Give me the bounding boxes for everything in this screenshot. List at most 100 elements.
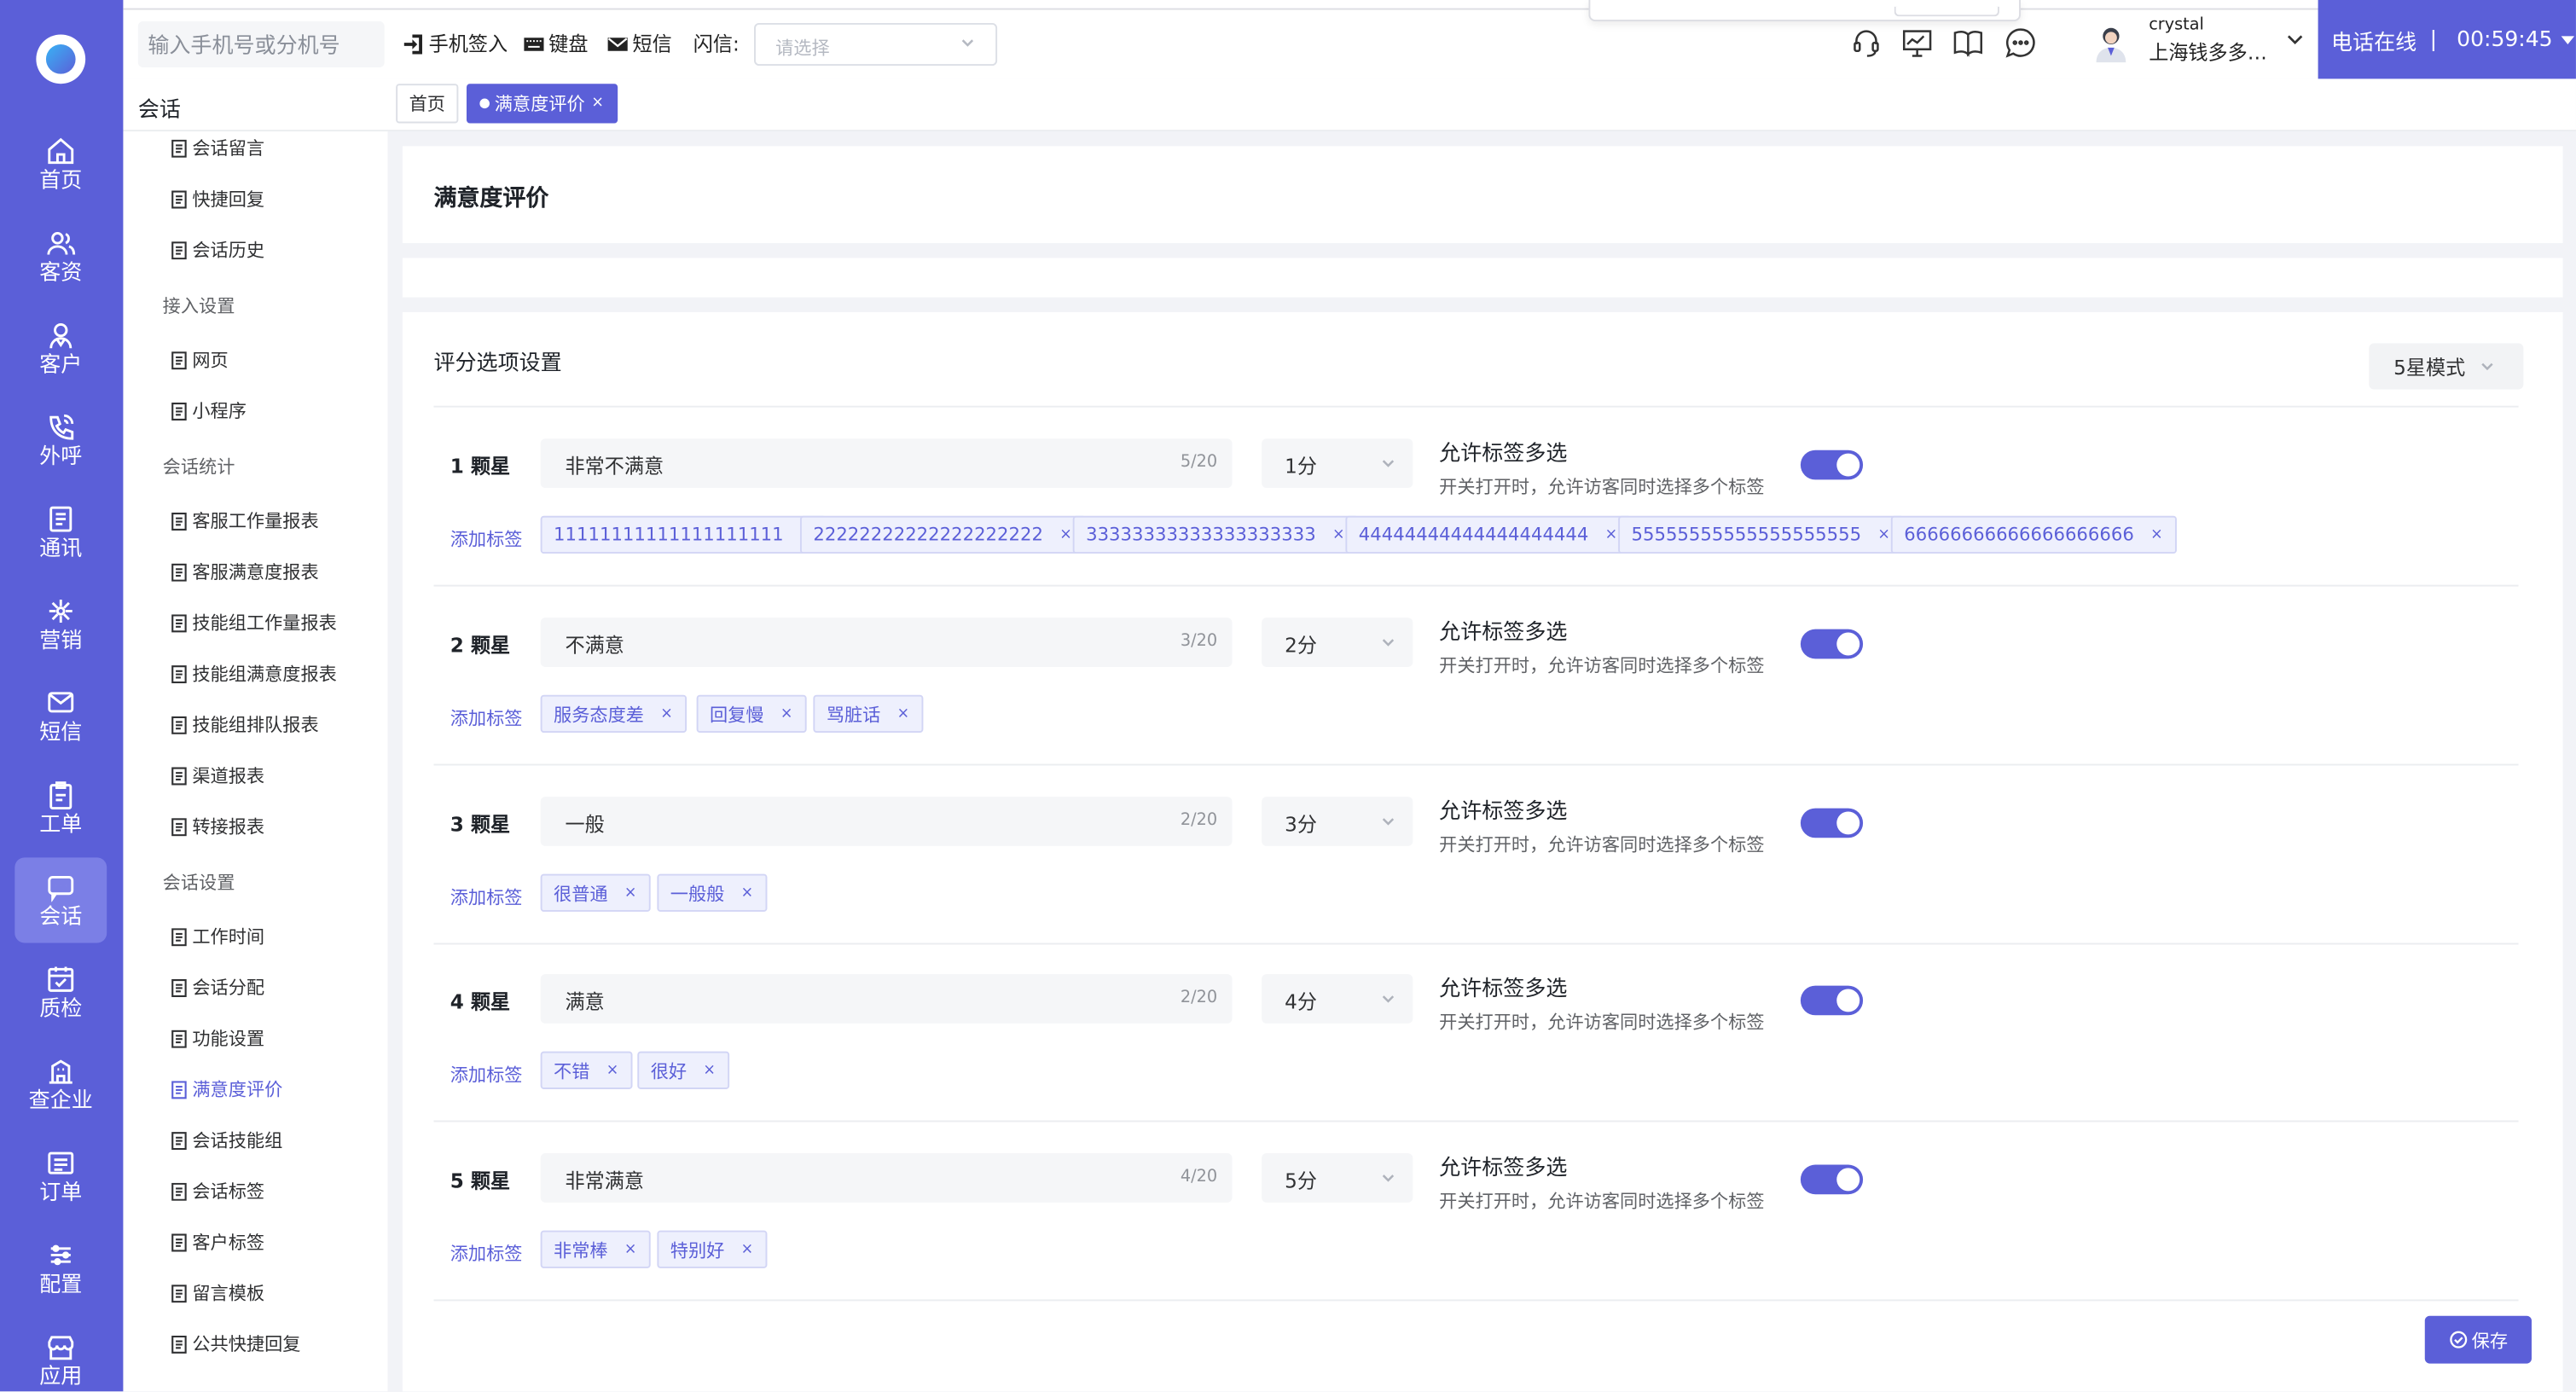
close-icon[interactable]: × bbox=[780, 705, 793, 722]
tag-chip: 22222222222222222222 × bbox=[799, 515, 1086, 554]
score-select[interactable]: 3分 bbox=[1262, 797, 1413, 846]
add-tag-link[interactable]: 添加标签 bbox=[450, 525, 523, 552]
close-icon[interactable]: × bbox=[591, 96, 604, 112]
sidebar-item-11[interactable]: 技能组满意度报表 bbox=[171, 660, 337, 687]
close-icon[interactable]: × bbox=[703, 1062, 716, 1078]
sidebar-item-12[interactable]: 技能组排队报表 bbox=[171, 711, 319, 738]
nav-item-9[interactable]: 会话 bbox=[15, 857, 107, 943]
close-icon[interactable]: × bbox=[606, 1062, 619, 1078]
sidebar-item-label: 转接报表 bbox=[192, 816, 265, 838]
username: crystal bbox=[2149, 16, 2204, 35]
tag-label: 非常棒 bbox=[554, 1239, 608, 1262]
rating-description-input[interactable]: 一般 2/20 bbox=[540, 797, 1233, 846]
multi-select-toggle[interactable] bbox=[1800, 808, 1864, 838]
nav-item-13[interactable]: 配置 bbox=[15, 1226, 107, 1311]
add-tag-link[interactable]: 添加标签 bbox=[450, 884, 523, 910]
keyboard-button[interactable]: 键盘 bbox=[522, 30, 589, 58]
sidebar-item-14[interactable]: 转接报表 bbox=[171, 813, 264, 839]
sidebar-item-23[interactable]: 留言模板 bbox=[171, 1279, 264, 1306]
close-icon[interactable]: × bbox=[741, 884, 754, 901]
sidebar-item-3[interactable]: 会话历史 bbox=[171, 236, 264, 263]
close-icon[interactable]: × bbox=[624, 884, 637, 901]
nav-item-14[interactable]: 应用 bbox=[15, 1318, 107, 1392]
sidebar-item-13[interactable]: 渠道报表 bbox=[171, 763, 264, 789]
multi-select-toggle[interactable] bbox=[1800, 1164, 1864, 1195]
sidebar-item-21[interactable]: 会话标签 bbox=[171, 1178, 264, 1204]
close-icon[interactable]: × bbox=[624, 1241, 637, 1257]
document-icon bbox=[171, 1232, 187, 1251]
close-icon[interactable]: × bbox=[660, 705, 673, 722]
nav-item-3[interactable]: 客户 bbox=[15, 305, 107, 391]
rating-description-input[interactable]: 非常不满意 5/20 bbox=[540, 438, 1233, 489]
close-icon[interactable]: × bbox=[1332, 526, 1345, 542]
score-select[interactable]: 1分 bbox=[1262, 438, 1413, 489]
nav-item-7[interactable]: 短信 bbox=[15, 674, 107, 759]
nav-item-5[interactable]: 通讯 bbox=[15, 490, 107, 575]
sidebar-item-1[interactable]: 会话留言 bbox=[171, 135, 264, 161]
sidebar-item-5[interactable]: 网页 bbox=[171, 346, 229, 373]
phone-signin-button[interactable]: 手机签入 bbox=[403, 30, 508, 58]
multi-select-description: 开关打开时，允许访客同时选择多个标签 bbox=[1439, 1191, 1765, 1213]
add-tag-link[interactable]: 添加标签 bbox=[450, 1240, 523, 1267]
dial-search-input[interactable] bbox=[137, 21, 385, 67]
close-icon[interactable]: × bbox=[1877, 526, 1890, 542]
rating-description-input[interactable]: 不满意 3/20 bbox=[540, 618, 1233, 667]
close-icon[interactable]: × bbox=[1605, 526, 1618, 542]
sidebar-item-9[interactable]: 客服满意度报表 bbox=[171, 559, 319, 585]
nav-item-12[interactable]: 订单 bbox=[15, 1134, 107, 1219]
close-icon[interactable]: × bbox=[1059, 526, 1072, 542]
sidebar-item-8[interactable]: 客服工作量报表 bbox=[171, 508, 319, 534]
close-icon[interactable]: × bbox=[897, 705, 910, 722]
sidebar-group-label: 会话设置 bbox=[162, 872, 235, 894]
sidebar-item-22[interactable]: 客户标签 bbox=[171, 1229, 264, 1256]
score-select[interactable]: 4分 bbox=[1262, 974, 1413, 1024]
nav-item-8[interactable]: 工单 bbox=[15, 766, 107, 851]
company-icon bbox=[49, 1058, 73, 1083]
sidebar-item-10[interactable]: 技能组工作量报表 bbox=[171, 610, 337, 636]
close-icon[interactable]: × bbox=[2150, 526, 2163, 542]
book-icon[interactable] bbox=[1952, 26, 1985, 60]
sidebar-item-18[interactable]: 功能设置 bbox=[171, 1025, 264, 1052]
sidebar-item-24[interactable]: 公共快捷回复 bbox=[171, 1331, 300, 1357]
sidebar-item-20[interactable]: 会话技能组 bbox=[171, 1127, 282, 1153]
rating-description-input[interactable]: 满意 2/20 bbox=[540, 974, 1233, 1024]
sub-sidebar: 会话 会话留言 快捷回复 会话历史 接入设置 网页 小程序 会话统计 客服工作量报表 客服满意度… bbox=[123, 78, 388, 1392]
close-icon[interactable]: × bbox=[741, 1241, 754, 1257]
sidebar-item-16[interactable]: 工作时间 bbox=[171, 923, 264, 949]
flash-select[interactable]: 请选择 bbox=[754, 22, 998, 67]
save-button[interactable]: 保存 bbox=[2424, 1315, 2532, 1364]
chat-bubble-icon[interactable] bbox=[2005, 26, 2038, 60]
headset-icon[interactable] bbox=[1850, 26, 1883, 60]
multi-select-toggle[interactable] bbox=[1800, 450, 1864, 480]
multi-select-toggle[interactable] bbox=[1800, 629, 1864, 659]
avatar[interactable] bbox=[2093, 23, 2129, 63]
add-tag-link[interactable]: 添加标签 bbox=[450, 705, 523, 731]
phone-status-bar[interactable]: 电话在线 | 00:59:45 bbox=[2318, 0, 2576, 79]
monitor-chart-icon[interactable] bbox=[1900, 26, 1934, 60]
chevron-down-icon bbox=[1382, 995, 1395, 1003]
sidebar-item-17[interactable]: 会话分配 bbox=[171, 974, 264, 1000]
score-select[interactable]: 2分 bbox=[1262, 618, 1413, 667]
popover-panel bbox=[1588, 0, 2021, 22]
add-tag-link[interactable]: 添加标签 bbox=[450, 1061, 523, 1088]
sidebar-item-19[interactable]: 满意度评价 bbox=[171, 1076, 282, 1103]
sidebar-item-2[interactable]: 快捷回复 bbox=[171, 186, 264, 212]
chevron-down-icon[interactable] bbox=[2285, 30, 2305, 49]
rating-description-input[interactable]: 非常满意 4/20 bbox=[540, 1153, 1233, 1203]
chevron-down-icon bbox=[1382, 1174, 1395, 1182]
tab-satisfaction[interactable]: 满意度评价 × bbox=[466, 84, 618, 124]
nav-item-6[interactable]: 营销 bbox=[15, 582, 107, 667]
nav-item-11[interactable]: 查企业 bbox=[15, 1041, 107, 1127]
star-mode-select[interactable]: 5星模式 bbox=[2369, 343, 2524, 390]
nav-item-10[interactable]: 质检 bbox=[15, 949, 107, 1035]
star-mode-value: 5星模式 bbox=[2393, 355, 2466, 379]
nav-item-2[interactable]: 客资 bbox=[15, 213, 107, 299]
nav-item-1[interactable]: 首页 bbox=[15, 122, 107, 207]
sms-button[interactable]: 短信 bbox=[606, 30, 672, 58]
tab-home[interactable]: 首页 bbox=[396, 84, 459, 124]
nav-item-4[interactable]: 外呼 bbox=[15, 397, 107, 483]
sidebar-item-6[interactable]: 小程序 bbox=[171, 397, 247, 424]
multi-select-toggle[interactable] bbox=[1800, 985, 1864, 1016]
score-select[interactable]: 5分 bbox=[1262, 1153, 1413, 1203]
multi-select-title: 允许标签多选 bbox=[1439, 799, 1568, 825]
